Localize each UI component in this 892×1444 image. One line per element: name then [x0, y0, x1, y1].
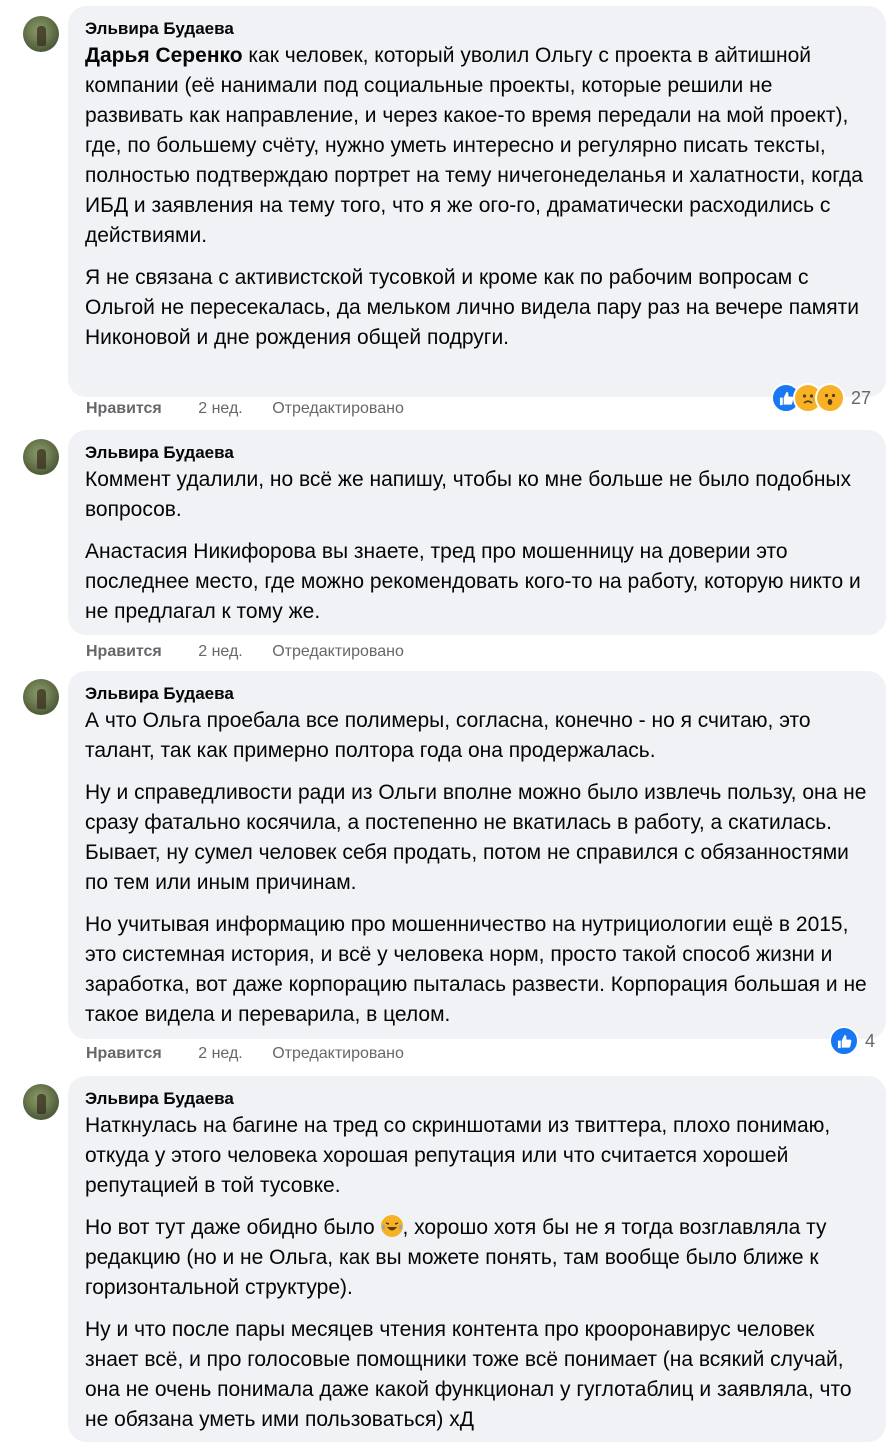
mention-link[interactable]: Дарья Серенко — [85, 44, 243, 67]
like-icon — [829, 1026, 859, 1056]
comment-author[interactable]: Эльвира Будаева — [85, 18, 868, 40]
comment-author[interactable]: Эльвира Будаева — [85, 442, 868, 464]
comment-paragraph: Ну и справедливости ради из Ольги вполне… — [85, 781, 867, 894]
wow-icon — [815, 383, 845, 413]
comment-author[interactable]: Эльвира Будаева — [85, 1088, 868, 1110]
edited-label: Отредактировано — [272, 400, 404, 417]
avatar[interactable] — [23, 439, 59, 475]
comment-author[interactable]: Эльвира Будаева — [85, 683, 868, 705]
avatar[interactable] — [23, 16, 59, 52]
comment-paragraph: А что Ольга проебала все полимеры, согла… — [85, 709, 811, 762]
comment-paragraph: Ну и что после пары месяцев чтения конте… — [85, 1318, 852, 1431]
comment-paragraph: Наткнулась на багине на тред со скриншот… — [85, 1114, 831, 1197]
edited-label: Отредактировано — [272, 1045, 404, 1062]
comment-actions: Нравится 2 нед. Отредактировано — [86, 1044, 404, 1064]
timestamp[interactable]: 2 нед. — [198, 1044, 243, 1064]
rofl-emoji-icon — [380, 1215, 403, 1237]
comment-paragraph: Я не связана с активистской тусовкой и к… — [85, 266, 859, 349]
comment-bubble: Эльвира Будаева Коммент удалили, но всё … — [68, 430, 886, 635]
edited-label: Отредактировано — [272, 643, 404, 660]
like-button[interactable]: Нравится — [86, 399, 162, 419]
comment-paragraph: Дарья Серенко как человек, который уволи… — [85, 44, 863, 247]
like-button[interactable]: Нравится — [86, 1044, 162, 1064]
reactions-summary[interactable]: 27 — [771, 383, 871, 413]
comment-paragraph: Но вот тут даже обидно было , хорошо хот… — [85, 1215, 827, 1299]
comment-paragraph: Коммент удалили, но всё же напишу, чтобы… — [85, 468, 852, 521]
avatar[interactable] — [23, 1084, 59, 1120]
reactions-summary[interactable]: 4 — [829, 1026, 875, 1056]
comment-actions: Нравится 2 нед. Отредактировано — [86, 642, 404, 662]
comment-bubble: Эльвира Будаева Дарья Серенко как челове… — [68, 6, 886, 397]
reaction-count: 4 — [865, 1030, 876, 1051]
timestamp[interactable]: 2 нед. — [198, 642, 243, 662]
comment-paragraph: Анастасия Никифорова вы знаете, тред про… — [85, 540, 861, 623]
comment-actions: Нравится 2 нед. Отредактировано — [86, 399, 404, 419]
comment-bubble: Эльвира Будаева А что Ольга проебала все… — [68, 671, 886, 1039]
avatar[interactable] — [23, 679, 59, 715]
timestamp[interactable]: 2 нед. — [198, 399, 243, 419]
comment-paragraph: Но учитывая информацию про мошенничество… — [85, 913, 867, 1026]
like-button[interactable]: Нравится — [86, 642, 162, 662]
comment-bubble: Эльвира Будаева Наткнулась на багине на … — [68, 1076, 886, 1442]
reaction-count: 27 — [851, 387, 872, 408]
